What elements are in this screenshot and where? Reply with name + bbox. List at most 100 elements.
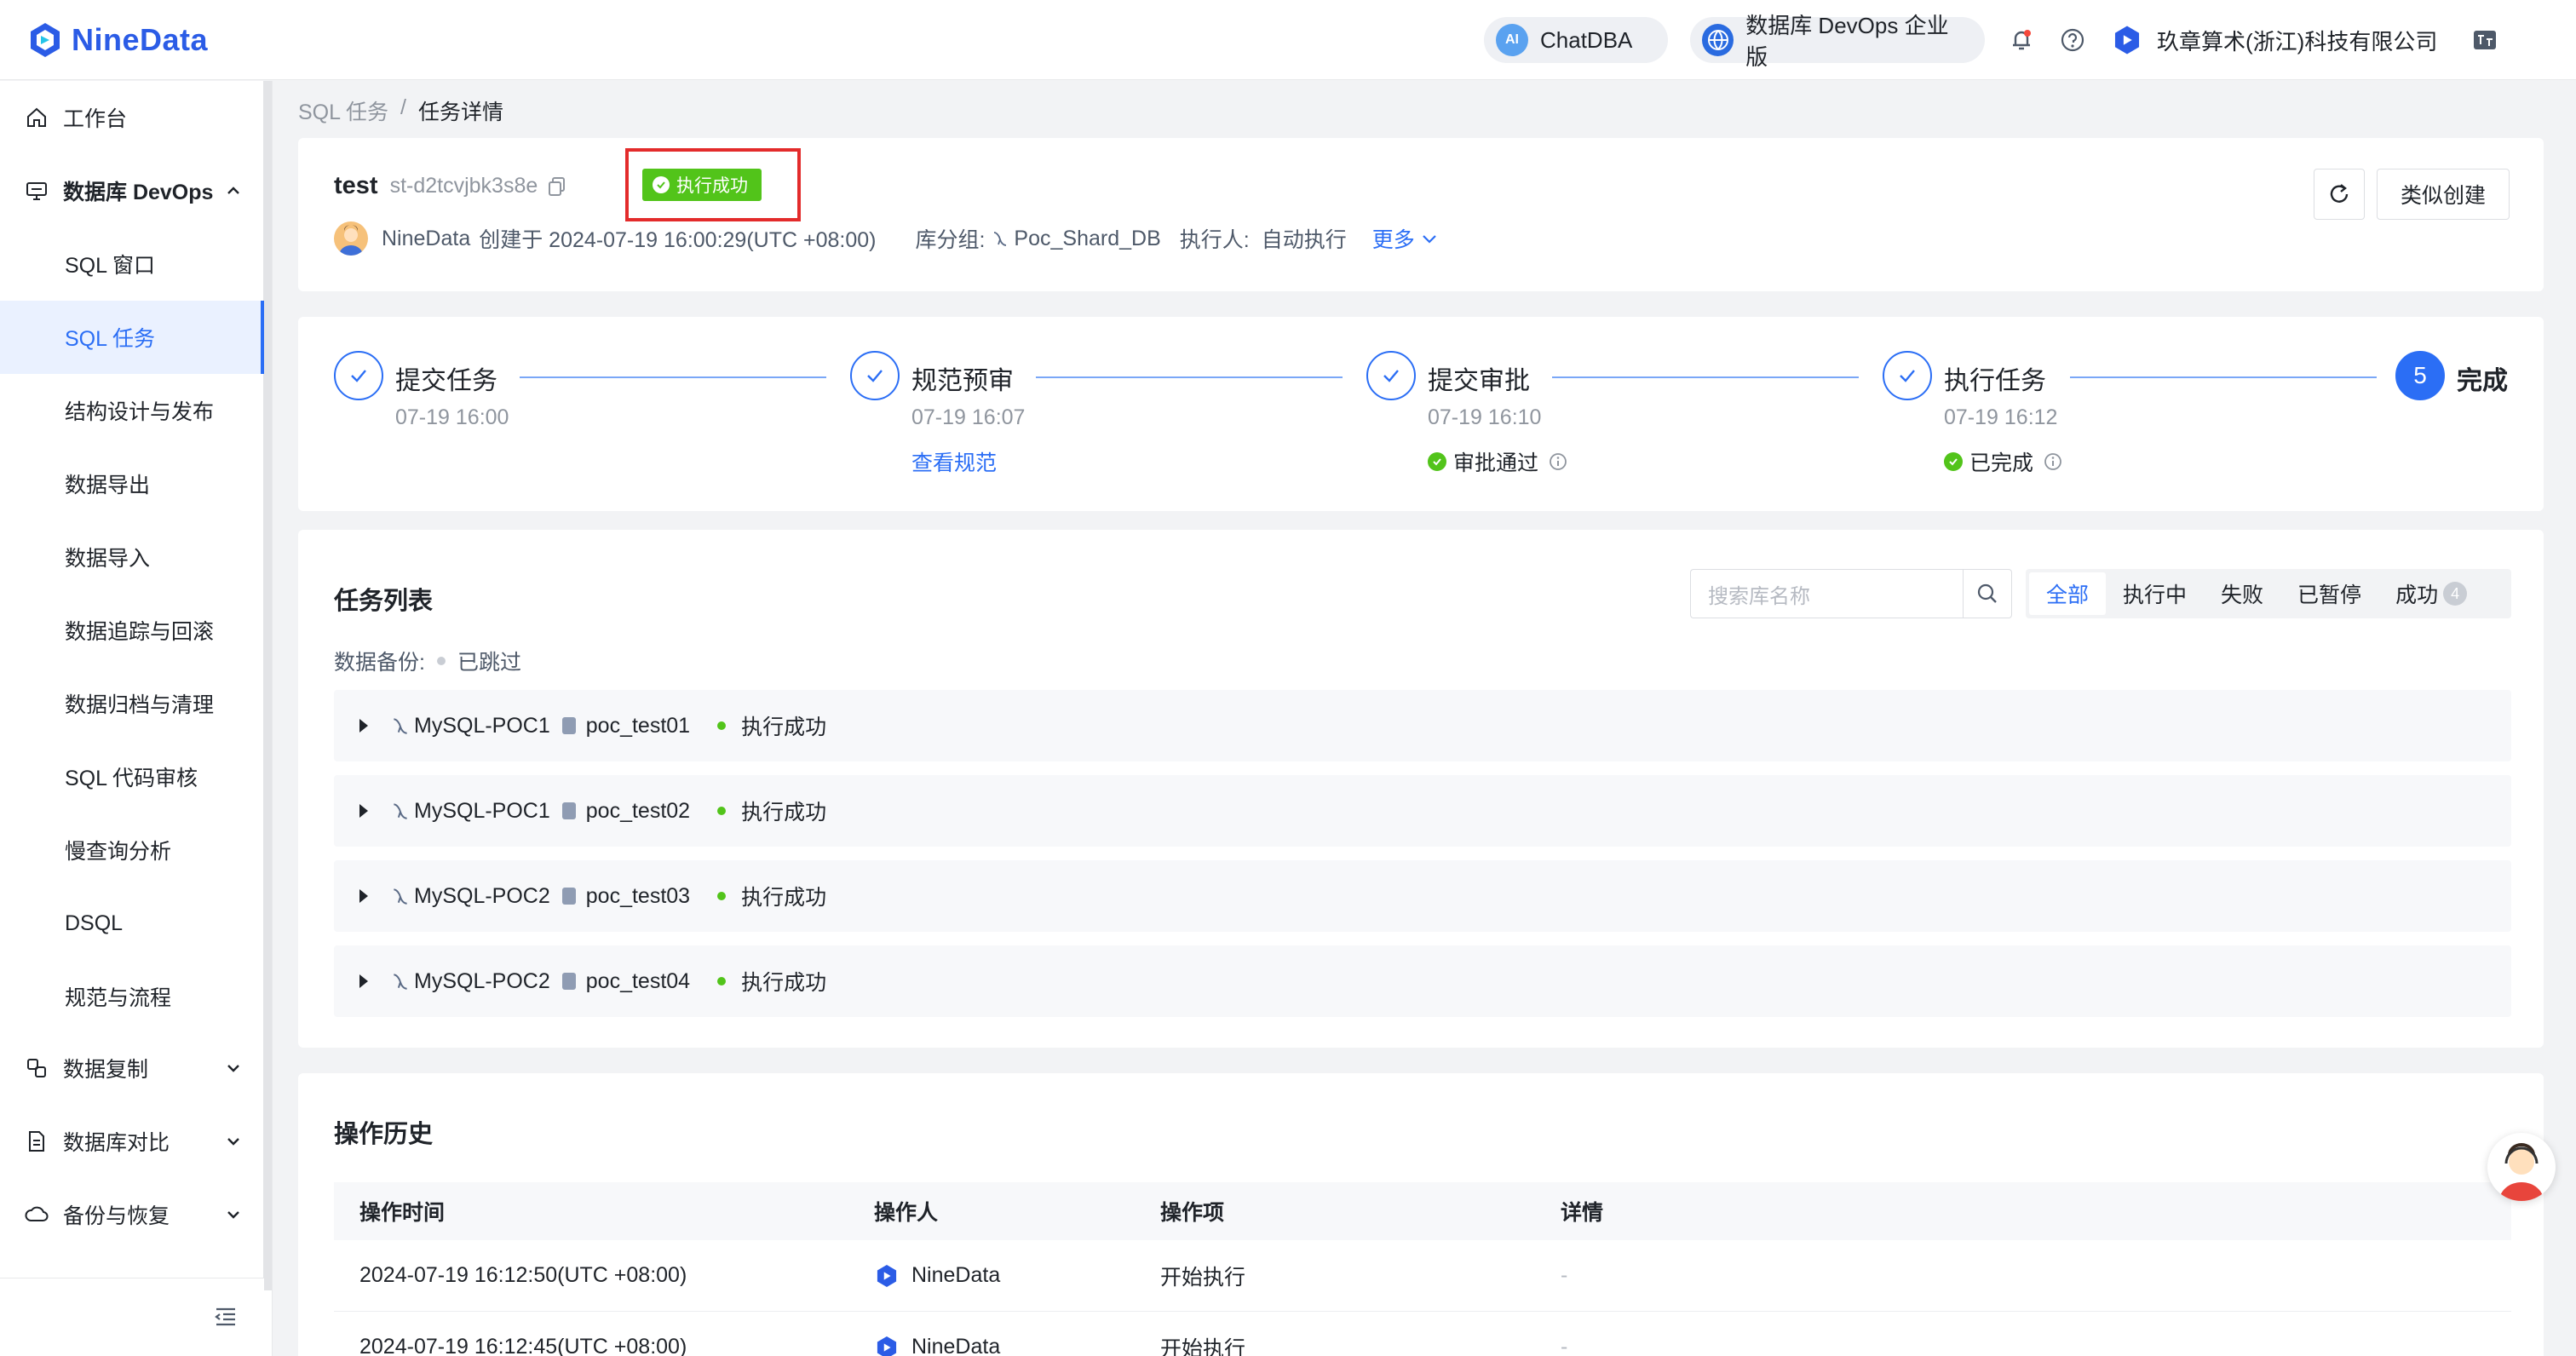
status-highlight-frame: 执行成功 <box>625 148 801 221</box>
home-icon <box>24 105 49 130</box>
sidebar: 工作台 数据库 DevOps SQL 窗口 SQL 任务 结构设计与发布 数据导… <box>0 81 273 1356</box>
task-list-card: 任务列表 搜索库名称 全部 执行中 失败 已暂停 成功 4 数据备份: 已跳过 … <box>298 530 2544 1048</box>
search-button[interactable] <box>1963 569 2012 618</box>
ai-icon: AI <box>1496 24 1528 56</box>
sidebar-group-replication[interactable]: 数据复制 <box>0 1031 264 1105</box>
more-link[interactable]: 更多 <box>1372 223 1439 254</box>
help-icon[interactable] <box>2058 26 2087 55</box>
row-status: 执行成功 <box>741 971 827 995</box>
org-logo-icon <box>2114 26 2140 55</box>
sidebar-group-devops[interactable]: 数据库 DevOps <box>0 154 264 227</box>
sidebar-item-schema-design[interactable]: 结构设计与发布 <box>0 374 264 447</box>
logo-text: NineData <box>72 22 209 57</box>
success-dot <box>717 721 727 730</box>
org-switcher[interactable]: 玖章算术(浙江)科技有限公司 <box>2111 22 2437 58</box>
info-icon[interactable] <box>1549 452 1567 471</box>
filter-success-label: 成功 <box>2395 583 2439 607</box>
progress-steps-card: 提交任务 07-19 16:00 规范预审 07-19 16:07 查看规范 提… <box>298 317 2544 511</box>
sidebar-item-label: 数据导入 <box>65 547 151 571</box>
sidebar-item-label: 结构设计与发布 <box>65 400 215 424</box>
sidebar-item-data-export[interactable]: 数据导出 <box>0 447 264 520</box>
expand-caret-icon[interactable] <box>359 719 368 733</box>
database-name: poc_test04 <box>585 968 691 993</box>
history-action: 开始执行 <box>1160 1265 1246 1290</box>
edition-button[interactable]: 数据库 DevOps 企业版 <box>1690 13 1985 70</box>
search-input[interactable]: 搜索库名称 <box>1690 569 1963 618</box>
sidebar-item-slow-query[interactable]: 慢查询分析 <box>0 813 264 887</box>
filter-success[interactable]: 成功 4 <box>2378 572 2484 615</box>
sidebar-group-label: 数据库 DevOps <box>63 181 214 204</box>
status-text: 执行成功 <box>676 176 748 196</box>
task-row[interactable]: MySQL-POC2 poc_test03 执行成功 <box>334 860 2511 932</box>
step-check-icon <box>1366 351 1416 400</box>
chevron-up-icon <box>227 187 239 194</box>
sidebar-item-workbench[interactable]: 工作台 <box>0 81 264 154</box>
task-row[interactable]: MySQL-POC1 poc_test02 执行成功 <box>334 775 2511 847</box>
expand-caret-icon[interactable] <box>359 804 368 818</box>
task-row[interactable]: MySQL-POC1 poc_test01 执行成功 <box>334 690 2511 761</box>
filter-failed[interactable]: 失败 <box>2204 572 2280 615</box>
collapse-sidebar-icon[interactable] <box>213 1304 239 1330</box>
sidebar-item-label: 数据归档与清理 <box>65 693 215 717</box>
bell-icon[interactable] <box>2007 26 2036 55</box>
sidebar-item-label: SQL 窗口 <box>65 254 156 278</box>
instance-name: MySQL-POC2 <box>414 883 550 908</box>
chevron-down-icon <box>227 1065 239 1072</box>
filter-running[interactable]: 执行中 <box>2106 572 2204 615</box>
sidebar-item-standards[interactable]: 规范与流程 <box>0 960 264 1033</box>
sidebar-group-backup[interactable]: 备份与恢复 <box>0 1178 264 1251</box>
sidebar-item-dsql[interactable]: DSQL <box>0 887 264 960</box>
sidebar-item-label: SQL 任务 <box>65 327 156 351</box>
edition-label: 数据库 DevOps 企业版 <box>1745 13 1949 70</box>
status-filter: 全部 执行中 失败 已暂停 成功 4 <box>2026 569 2511 618</box>
step-number: 5 <box>2395 351 2445 400</box>
refresh-icon <box>2330 184 2349 203</box>
task-title: test <box>334 172 378 199</box>
mysql-icon <box>394 974 407 990</box>
sidebar-item-sql-task[interactable]: SQL 任务 <box>0 301 264 374</box>
similar-create-button[interactable]: 类似创建 <box>2377 169 2510 220</box>
expand-caret-icon[interactable] <box>359 974 368 988</box>
more-label: 更多 <box>1371 228 1415 252</box>
expand-caret-icon[interactable] <box>359 889 368 903</box>
step-status: 审批通过 <box>1428 446 1567 477</box>
customer-support-button[interactable] <box>2487 1133 2556 1201</box>
support-agent-icon <box>2499 1143 2544 1201</box>
table-row: 2024-07-19 16:12:45(UTC +08:00) NineData… <box>334 1312 2511 1356</box>
success-dot <box>717 977 727 985</box>
executor-value: 自动执行 <box>1261 228 1347 252</box>
copy-icon[interactable] <box>548 176 566 197</box>
sidebar-group-compare[interactable]: 数据库对比 <box>0 1105 264 1178</box>
task-row[interactable]: MySQL-POC2 poc_test04 执行成功 <box>334 945 2511 1017</box>
sidebar-item-data-import[interactable]: 数据导入 <box>0 520 264 594</box>
step-label: 提交任务 <box>395 367 497 395</box>
sidebar-item-sql-review[interactable]: SQL 代码审核 <box>0 740 264 813</box>
step-connector <box>520 376 826 378</box>
nine-data-avatar-icon <box>877 1336 897 1356</box>
sidebar-group-label: 数据复制 <box>63 1058 149 1082</box>
mysql-icon <box>394 803 407 819</box>
sidebar-group-label: 数据库对比 <box>63 1131 170 1155</box>
filter-all[interactable]: 全部 <box>2029 572 2107 615</box>
sidebar-item-data-archive[interactable]: 数据归档与清理 <box>0 667 264 740</box>
chatdba-button[interactable]: AI ChatDBA <box>1484 17 1668 63</box>
sidebar-item-sql-window[interactable]: SQL 窗口 <box>0 227 264 301</box>
refresh-button[interactable] <box>2314 169 2365 220</box>
nine-data-logo[interactable]: NineData <box>26 17 208 63</box>
filter-paused[interactable]: 已暂停 <box>2280 572 2378 615</box>
sidebar-scrollbar[interactable] <box>263 81 272 1290</box>
breadcrumb-parent[interactable]: SQL 任务 <box>298 95 388 126</box>
instance-name: MySQL-POC2 <box>414 968 550 993</box>
view-standards-link[interactable]: 查看规范 <box>911 446 997 477</box>
check-circle-icon <box>1428 452 1446 471</box>
history-title: 操作历史 <box>334 1121 434 1148</box>
executor-label: 执行人: <box>1179 228 1250 252</box>
history-action: 开始执行 <box>1160 1336 1246 1356</box>
instance-name: MySQL-POC1 <box>414 713 550 738</box>
history-time: 2024-07-19 16:12:50(UTC +08:00) <box>359 1263 687 1287</box>
sidebar-item-data-tracking[interactable]: 数据追踪与回滚 <box>0 594 264 667</box>
history-table-header: 操作时间 操作人 操作项 详情 <box>334 1182 2511 1240</box>
sidebar-item-label: 数据导出 <box>65 474 151 497</box>
language-switch-icon[interactable] <box>2470 26 2499 55</box>
info-icon[interactable] <box>2044 452 2062 471</box>
